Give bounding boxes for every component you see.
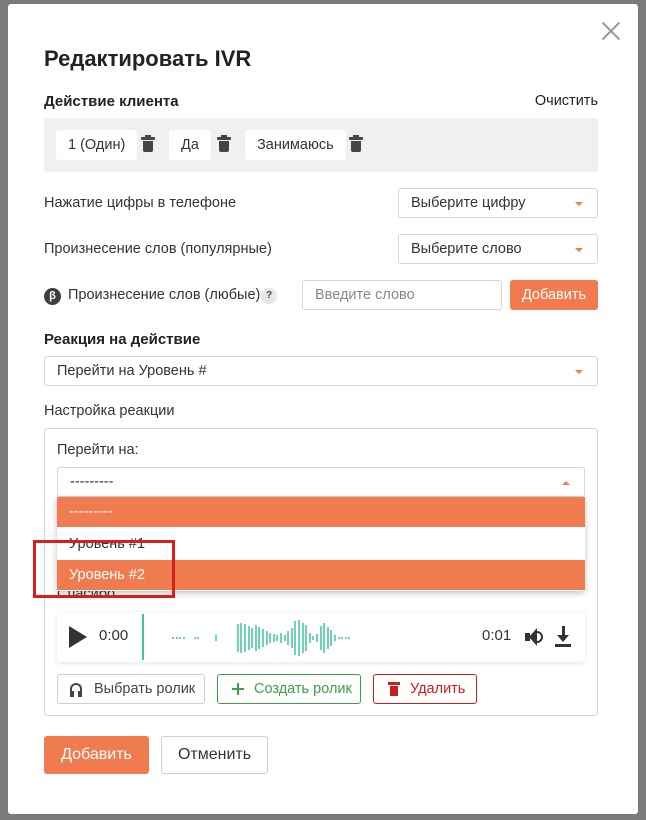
waveform-bar [182,637,185,639]
waveform-bar [179,637,182,639]
waveform-bar [308,633,311,643]
waveform-bar [276,635,279,641]
waveform-bar [323,623,326,653]
reaction-select[interactable]: Перейти на Уровень # [44,356,598,386]
waveform-bar [244,624,246,652]
digit-select[interactable]: Выберите цифру [398,188,598,218]
trash-icon[interactable] [349,135,363,153]
waveform-bar [316,634,318,642]
choose-clip-button[interactable]: Выбрать ролик [57,674,205,704]
duration: 0:01 [482,627,512,644]
trash-icon [388,682,400,696]
playhead [142,614,144,660]
waveform-bar [283,635,286,641]
waveform-bar [280,633,282,643]
waveform-bar [337,637,340,639]
download-icon[interactable] [555,626,571,648]
waveform-bar [193,637,196,639]
waveform-bar [172,637,174,639]
chevron-down-icon [575,202,583,206]
any-words-label: Произнесение слов (любые) [68,287,261,303]
action-chip-digit-one: 1 (Один) [56,130,138,160]
beta-icon: β [44,288,61,305]
waveform-bar [197,637,200,639]
waveform-bar [247,626,250,650]
waveform-bar [258,627,261,649]
close-icon[interactable] [600,20,622,42]
digit-select-value: Выберите цифру [411,195,526,211]
goto-label: Перейти на: [57,442,139,458]
trash-icon[interactable] [141,135,155,153]
edit-ivr-modal: Редактировать IVR Действие клиента Очист… [8,4,638,814]
waveform-bar [312,636,315,640]
waveform-bar [215,635,218,641]
waveform-bar [305,625,308,651]
plus-icon [232,683,244,695]
add-word-button[interactable]: Добавить [510,280,598,310]
play-icon[interactable] [69,626,87,648]
waveform-bar [301,623,304,653]
headphones-icon [70,683,82,697]
help-icon[interactable]: ? [261,288,277,304]
waveform-bar [326,627,329,649]
waveform-bar [240,623,243,653]
audio-player: 0:00 0:01 [57,612,585,662]
waveform-bar [269,633,272,643]
popular-word-select-value: Выберите слово [411,241,522,257]
waveform-bar [272,634,275,642]
digit-press-label: Нажатие цифры в телефоне [44,195,237,211]
current-time: 0:00 [99,627,129,644]
waveform-bar [341,637,344,639]
highlight-annotation [33,540,175,598]
reaction-settings-heading: Настройка реакции [44,403,175,419]
goto-level-select[interactable]: --------- [57,467,585,497]
trash-icon[interactable] [217,135,231,153]
goto-level-select-value: --------- [70,474,114,490]
chevron-up-icon [562,481,570,485]
modal-title: Редактировать IVR [44,46,252,71]
client-actions-box: 1 (Один) Да Занимаюсь [44,118,598,172]
action-chip-busy: Занимаюсь [245,130,346,160]
action-chip-yes: Да [169,130,211,160]
word-input[interactable] [302,280,502,310]
waveform-bar [251,628,254,648]
waveform-bar [298,620,300,656]
waveform-bar [236,624,239,652]
waveform-bar [319,626,322,650]
cancel-button[interactable]: Отменить [161,736,268,774]
chevron-down-icon [575,248,583,252]
popular-word-select[interactable]: Выберите слово [398,234,598,264]
chevron-down-icon [575,370,583,374]
waveform-bar [175,637,178,639]
waveform-bar [290,628,293,648]
waveform-bar [294,621,297,655]
waveform-bar [334,635,336,641]
waveform-bar [262,629,264,647]
reaction-select-value: Перейти на Уровень # [57,363,207,379]
create-clip-button[interactable]: Создать ролик [217,674,361,704]
dropdown-option-empty[interactable]: --------- [57,497,585,527]
client-action-heading: Действие клиента [44,93,179,110]
reaction-heading: Реакция на действие [44,331,201,348]
clear-button[interactable]: Очистить [535,93,598,109]
waveform-bar [287,631,290,645]
waveform-bar [330,630,333,646]
submit-button[interactable]: Добавить [44,736,149,774]
waveform-bar [265,631,268,645]
waveform[interactable] [172,620,352,656]
waveform-bar [344,637,347,639]
volume-icon[interactable] [525,627,545,647]
waveform-bar [348,637,351,639]
waveform-bar [254,625,257,651]
popular-words-label: Произнесение слов (популярные) [44,241,272,257]
delete-clip-button[interactable]: Удалить [373,674,477,704]
